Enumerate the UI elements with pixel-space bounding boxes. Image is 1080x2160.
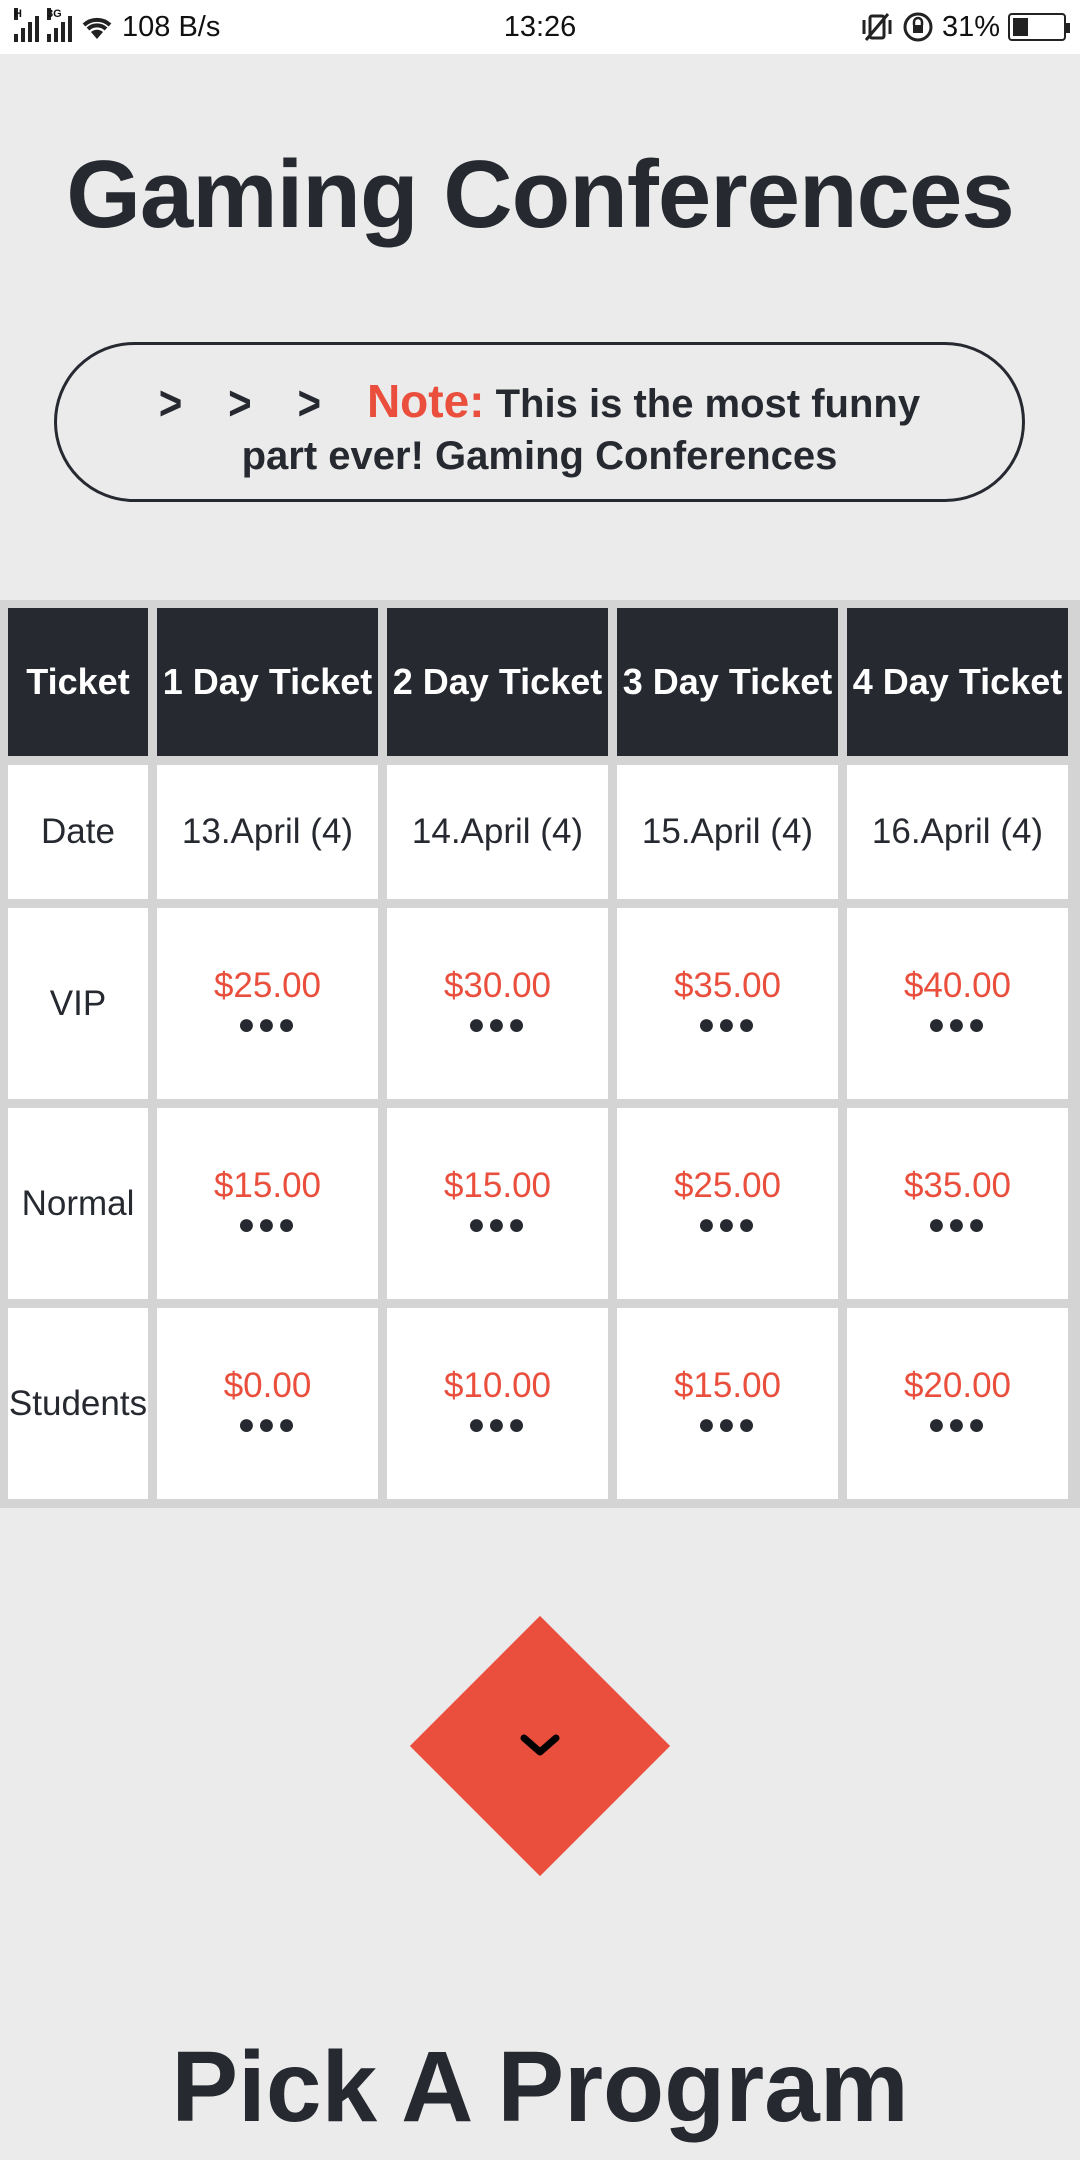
price-cell: $10.00 ●●● [387, 1308, 608, 1499]
price-cell: $40.00 ●●● [847, 908, 1068, 1099]
price-value: $10.00 [443, 1365, 552, 1405]
battery-level [1013, 18, 1028, 36]
page-title: Gaming Conferences [66, 141, 1015, 248]
price-cell: $20.00 ●●● [847, 1308, 1068, 1499]
vibrate-mute-icon [862, 13, 892, 41]
signal-3g-icon: 3G [47, 8, 72, 42]
status-right: 31% [636, 10, 1070, 44]
table-header-cell: Ticket [8, 608, 148, 756]
row-label-date: Date [8, 765, 148, 899]
table-header-cell: 3 Day Ticket [617, 608, 838, 756]
more-dots-icon: ●●● [697, 1407, 758, 1441]
date-cell: 15.April (4) [617, 765, 838, 899]
network-tag-h: H [14, 8, 22, 20]
more-dots-icon: ●●● [237, 1007, 298, 1041]
status-time: 13:26 [503, 10, 577, 43]
price-value: $20.00 [903, 1365, 1012, 1405]
price-cell: $25.00 ●●● [157, 908, 378, 1099]
price-value: $25.00 [213, 965, 322, 1005]
more-dots-icon: ●●● [927, 1407, 988, 1441]
price-value: $15.00 [443, 1165, 552, 1205]
more-dots-icon: ●●● [927, 1207, 988, 1241]
price-value: $25.00 [673, 1165, 782, 1205]
scroll-down-button[interactable] [409, 1615, 671, 1877]
more-dots-icon: ●●● [697, 1207, 758, 1241]
row-label-normal: Normal [8, 1108, 148, 1299]
more-dots-icon: ●●● [237, 1407, 298, 1441]
price-value: $15.00 [213, 1165, 322, 1205]
more-dots-icon: ●●● [697, 1007, 758, 1041]
price-cell: $15.00 ●●● [157, 1108, 378, 1299]
table-header-cell: 1 Day Ticket [157, 608, 378, 756]
chevron-right-icon: > [228, 377, 252, 431]
note-text: This is the most funny part ever! Gaming… [241, 382, 921, 478]
more-dots-icon: ●●● [237, 1207, 298, 1241]
price-cell: $30.00 ●●● [387, 908, 608, 1099]
price-cell: $15.00 ●●● [617, 1308, 838, 1499]
date-cell: 14.April (4) [387, 765, 608, 899]
chevron-right-icon: > [297, 377, 321, 431]
rotation-lock-icon [903, 12, 933, 42]
price-value: $35.00 [673, 965, 782, 1005]
more-dots-icon: ●●● [467, 1207, 528, 1241]
note-label: Note: [366, 375, 485, 427]
price-value: $35.00 [903, 1165, 1012, 1205]
more-dots-icon: ●●● [467, 1007, 528, 1041]
chevron-down-icon [520, 1734, 560, 1756]
wifi-icon [82, 17, 112, 39]
price-cell: $35.00 ●●● [847, 1108, 1068, 1299]
date-cell: 13.April (4) [157, 765, 378, 899]
price-value: $0.00 [223, 1365, 312, 1405]
chevron-right-icon: > [158, 377, 183, 431]
battery-icon [1008, 13, 1070, 41]
table-header-cell: 4 Day Ticket [847, 608, 1068, 756]
table-header-cell: 2 Day Ticket [387, 608, 608, 756]
network-tag-3g: 3G [47, 8, 62, 20]
network-speed: 108 B/s [122, 10, 221, 43]
price-cell: $15.00 ●●● [387, 1108, 608, 1299]
price-value: $15.00 [673, 1365, 782, 1405]
price-cell: $0.00 ●●● [157, 1308, 378, 1499]
pricing-table: Ticket 1 Day Ticket 2 Day Ticket 3 Day T… [0, 600, 1080, 1508]
note-banner: > > > Note: This is the most funny part eve… [54, 342, 1025, 502]
date-cell: 16.April (4) [847, 765, 1068, 899]
section-title: Pick A Program [171, 2031, 909, 2143]
price-cell: $35.00 ●●● [617, 908, 838, 1099]
row-label-vip: VIP [8, 908, 148, 1099]
row-label-students: Students [8, 1308, 148, 1499]
price-cell: $25.00 ●●● [617, 1108, 838, 1299]
more-dots-icon: ●●● [467, 1407, 528, 1441]
price-value: $30.00 [443, 965, 552, 1005]
signal-h-icon: H [14, 8, 39, 42]
battery-percent: 31% [941, 10, 1000, 43]
status-bar: H 3G 108 B/s 13:26 31% [0, 0, 1080, 54]
status-left: H 3G 108 B/s [14, 8, 444, 44]
price-value: $40.00 [903, 965, 1012, 1005]
more-dots-icon: ●●● [927, 1007, 988, 1041]
